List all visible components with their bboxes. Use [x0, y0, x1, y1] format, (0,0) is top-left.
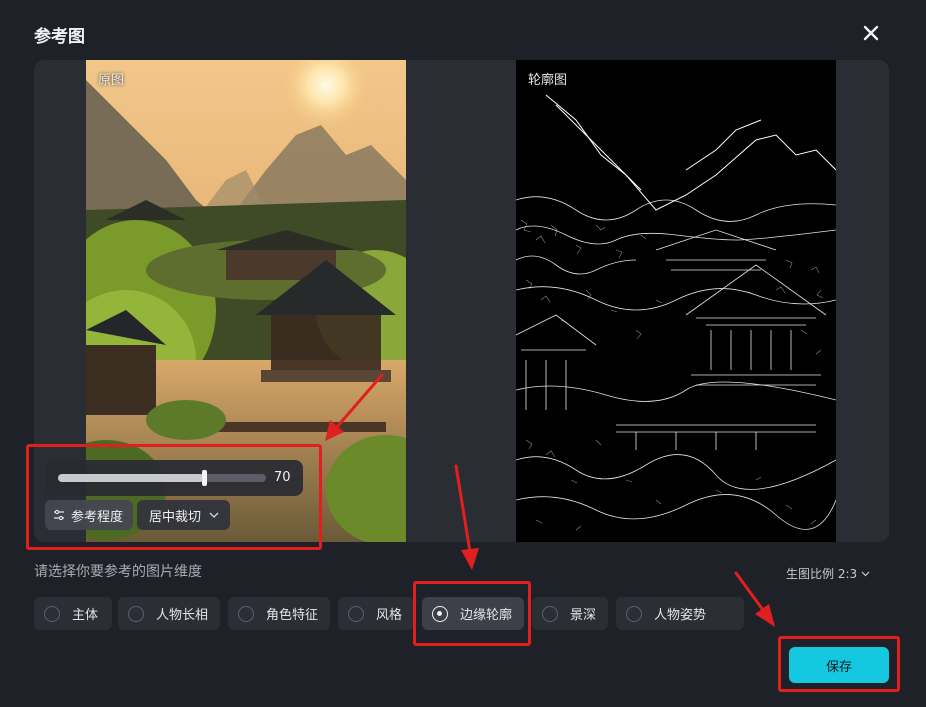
radio-icon	[238, 605, 254, 622]
slider-track[interactable]	[58, 470, 266, 486]
option-label: 景深	[570, 608, 597, 623]
radio-icon	[542, 605, 558, 622]
option-label: 人物姿势	[654, 608, 707, 623]
strength-value: 70	[274, 470, 291, 485]
option-style[interactable]: 风格	[338, 597, 415, 630]
radio-selected-icon	[432, 605, 448, 622]
radio-icon	[626, 605, 642, 622]
chevron-down-icon	[209, 512, 219, 518]
option-label: 边缘轮廓	[460, 608, 513, 623]
original-label: 原图	[98, 73, 125, 88]
slider-thumb[interactable]	[201, 470, 207, 486]
crop-label: 居中裁切	[149, 509, 202, 525]
radio-icon	[128, 605, 144, 622]
strength-button[interactable]: 参考程度	[45, 500, 133, 530]
dialog-title: 参考图	[34, 27, 85, 47]
option-label: 角色特征	[266, 608, 319, 623]
radio-icon	[348, 605, 364, 622]
radio-icon	[44, 605, 60, 622]
option-label: 主体	[72, 608, 99, 623]
strength-label: 参考程度	[71, 509, 124, 525]
slider-fill	[58, 474, 204, 482]
reference-controls: 70 参考程度 居中裁切	[45, 460, 303, 532]
ratio-label: 生图比例 2:3	[786, 567, 858, 581]
option-pose[interactable]: 人物姿势	[616, 597, 744, 630]
crop-select[interactable]: 居中裁切	[137, 500, 230, 530]
save-button[interactable]: 保存	[789, 647, 889, 683]
strength-slider[interactable]: 70	[45, 460, 303, 496]
option-subject[interactable]: 主体	[34, 597, 112, 630]
ratio-select[interactable]: 生图比例 2:3	[786, 565, 870, 582]
arrow-head	[461, 548, 479, 570]
edge-label: 轮廓图	[528, 73, 568, 88]
option-label: 人物长相	[156, 608, 209, 623]
arrow-head	[755, 604, 775, 627]
dimension-prompt: 请选择你要参考的图片维度	[34, 564, 202, 580]
option-depth[interactable]: 景深	[532, 597, 608, 630]
edge-image: 轮廓图	[516, 60, 836, 542]
close-icon[interactable]	[860, 22, 882, 44]
option-label: 风格	[376, 608, 403, 623]
chevron-down-icon	[861, 571, 870, 576]
adjust-icon	[54, 509, 64, 521]
option-face[interactable]: 人物长相	[118, 597, 220, 630]
option-character[interactable]: 角色特征	[228, 597, 330, 630]
option-edge[interactable]: 边缘轮廓	[422, 597, 524, 630]
